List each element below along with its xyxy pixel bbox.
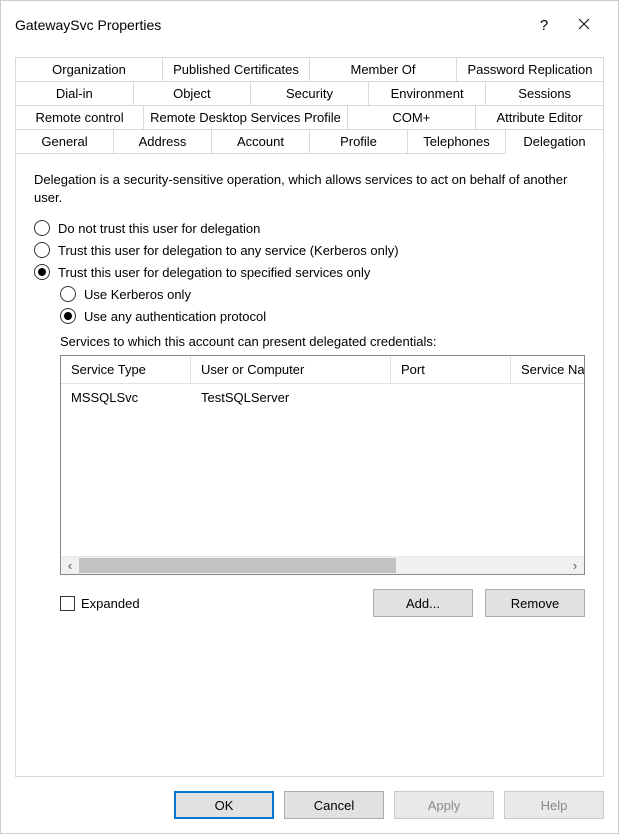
radio-label: Trust this user for delegation to specif… <box>58 265 370 280</box>
chevron-left-icon: ‹ <box>68 558 72 573</box>
radio-label: Use Kerberos only <box>84 287 191 302</box>
tab-strip: Organization Published Certificates Memb… <box>15 57 604 154</box>
properties-dialog: GatewaySvc Properties ? Organization Pub… <box>0 0 619 834</box>
help-button[interactable]: ? <box>524 11 564 39</box>
radio-label: Use any authentication protocol <box>84 309 266 324</box>
radio-icon <box>60 308 76 324</box>
button-label: Help <box>541 798 568 813</box>
tab-environment[interactable]: Environment <box>368 81 487 105</box>
horizontal-scrollbar[interactable]: ‹ › <box>61 556 584 574</box>
radio-icon <box>34 264 50 280</box>
radio-icon <box>34 220 50 236</box>
cancel-button[interactable]: Cancel <box>284 791 384 819</box>
cell-service-name <box>511 384 584 411</box>
scroll-right-button[interactable]: › <box>566 557 584 574</box>
apply-button[interactable]: Apply <box>394 791 494 819</box>
radio-label: Trust this user for delegation to any se… <box>58 243 399 258</box>
listview-header: Service Type User or Computer Port Servi… <box>61 356 584 384</box>
scrollbar-track[interactable] <box>79 557 566 574</box>
table-row[interactable]: MSSQLSvc TestSQLServer <box>61 384 584 411</box>
listview-body: MSSQLSvc TestSQLServer <box>61 384 584 556</box>
radio-trust-any-service[interactable]: Trust this user for delegation to any se… <box>34 242 585 258</box>
scroll-left-button[interactable]: ‹ <box>61 557 79 574</box>
cell-port <box>391 384 511 411</box>
checkbox-label: Expanded <box>81 596 140 611</box>
titlebar: GatewaySvc Properties ? <box>1 1 618 49</box>
add-button[interactable]: Add... <box>373 589 473 617</box>
tab-security[interactable]: Security <box>250 81 369 105</box>
tab-general[interactable]: General <box>15 129 114 154</box>
button-label: Cancel <box>314 798 354 813</box>
column-port[interactable]: Port <box>391 356 511 383</box>
tab-telephones[interactable]: Telephones <box>407 129 506 154</box>
tab-delegation[interactable]: Delegation <box>505 129 604 154</box>
chevron-right-icon: › <box>573 558 577 573</box>
tab-address[interactable]: Address <box>113 129 212 154</box>
radio-kerberos-only[interactable]: Use Kerberos only <box>60 286 585 302</box>
radio-any-authentication-protocol[interactable]: Use any authentication protocol <box>60 308 585 324</box>
tab-published-certificates[interactable]: Published Certificates <box>162 57 310 81</box>
delegation-description: Delegation is a security-sensitive opera… <box>34 171 585 206</box>
column-service-name[interactable]: Service Na <box>511 356 584 383</box>
scrollbar-thumb[interactable] <box>79 558 396 573</box>
tab-sessions[interactable]: Sessions <box>485 81 604 105</box>
close-button[interactable] <box>564 11 604 39</box>
close-icon <box>578 18 590 33</box>
tab-object[interactable]: Object <box>133 81 252 105</box>
expanded-checkbox[interactable]: Expanded <box>60 596 140 611</box>
cell-user-or-computer: TestSQLServer <box>191 384 391 411</box>
button-label: OK <box>215 798 234 813</box>
tab-attribute-editor[interactable]: Attribute Editor <box>475 105 604 129</box>
tab-profile[interactable]: Profile <box>309 129 408 154</box>
tab-password-replication[interactable]: Password Replication <box>456 57 604 81</box>
radio-icon <box>34 242 50 258</box>
window-title: GatewaySvc Properties <box>15 17 524 33</box>
column-user-or-computer[interactable]: User or Computer <box>191 356 391 383</box>
tab-com-plus[interactable]: COM+ <box>347 105 476 129</box>
tab-account[interactable]: Account <box>211 129 310 154</box>
remove-button[interactable]: Remove <box>485 589 585 617</box>
ok-button[interactable]: OK <box>174 791 274 819</box>
button-label: Remove <box>511 596 559 611</box>
radio-label: Do not trust this user for delegation <box>58 221 260 236</box>
delegation-panel: Delegation is a security-sensitive opera… <box>15 153 604 777</box>
tab-member-of[interactable]: Member Of <box>309 57 457 81</box>
help-icon: ? <box>540 17 548 34</box>
button-label: Apply <box>428 798 461 813</box>
dialog-content: Organization Published Certificates Memb… <box>1 49 618 777</box>
radio-trust-specified-services[interactable]: Trust this user for delegation to specif… <box>34 264 585 280</box>
tab-dial-in[interactable]: Dial-in <box>15 81 134 105</box>
radio-dont-trust[interactable]: Do not trust this user for delegation <box>34 220 585 236</box>
column-service-type[interactable]: Service Type <box>61 356 191 383</box>
tab-remote-desktop-services-profile[interactable]: Remote Desktop Services Profile <box>143 105 348 129</box>
services-list-label: Services to which this account can prese… <box>60 334 585 349</box>
radio-icon <box>60 286 76 302</box>
cell-service-type: MSSQLSvc <box>61 384 191 411</box>
help-footer-button[interactable]: Help <box>504 791 604 819</box>
tab-organization[interactable]: Organization <box>15 57 163 81</box>
services-listview[interactable]: Service Type User or Computer Port Servi… <box>60 355 585 575</box>
button-label: Add... <box>406 596 440 611</box>
tab-remote-control[interactable]: Remote control <box>15 105 144 129</box>
checkbox-icon <box>60 596 75 611</box>
dialog-footer: OK Cancel Apply Help <box>1 777 618 833</box>
